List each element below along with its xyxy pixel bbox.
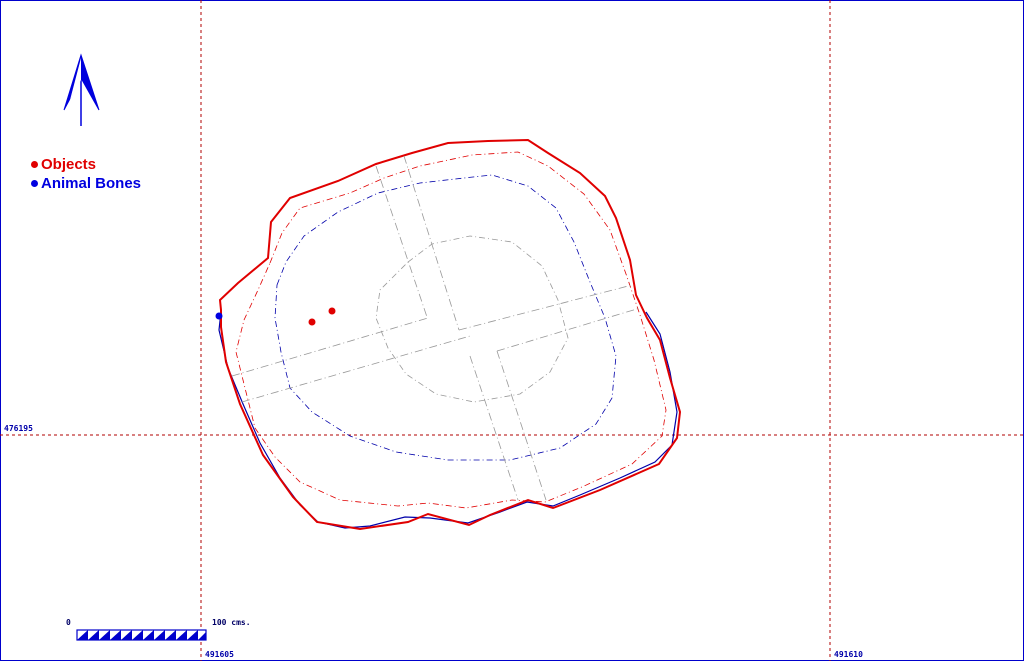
section-baulks <box>231 155 641 501</box>
baulk-ns-line-b <box>403 155 460 331</box>
pit-step-outline <box>235 151 667 509</box>
excavation-plan <box>0 0 1024 661</box>
baulk-ew-line-a <box>231 317 429 377</box>
object-find-marker <box>308 318 316 326</box>
baulk-ns-line-c <box>496 350 547 501</box>
central-depression-outline <box>375 235 569 403</box>
baulk-ew-line-c <box>458 284 633 331</box>
baulk-ns-line-a <box>375 165 428 318</box>
animal-bone-find-marker <box>215 312 223 320</box>
easting-right-label: 491610 <box>834 650 863 659</box>
north-arrow-icon <box>63 53 100 126</box>
scale-start-label: 0 <box>66 618 71 627</box>
baulk-ns-line-d <box>469 355 519 501</box>
legend-animal-bones-label: Animal Bones <box>41 175 142 192</box>
baulk-ew-line-b <box>241 335 471 403</box>
pit-cut-outline-blue <box>218 311 678 529</box>
scale-end-label: 100 cms. <box>212 618 251 627</box>
grid-lines <box>0 0 1024 661</box>
legend-objects-label: Objects <box>41 156 97 173</box>
easting-left-label: 491605 <box>205 650 234 659</box>
objects-dot-icon <box>31 160 38 168</box>
legend-animal-bones: Animal Bones <box>31 175 141 193</box>
animal-bones-dot-icon <box>31 179 38 187</box>
scale-bar <box>76 629 207 641</box>
pit-base-outline <box>274 174 617 461</box>
object-find-marker <box>328 307 336 315</box>
northing-label: 476195 <box>4 424 33 433</box>
legend-objects: Objects <box>31 156 96 174</box>
